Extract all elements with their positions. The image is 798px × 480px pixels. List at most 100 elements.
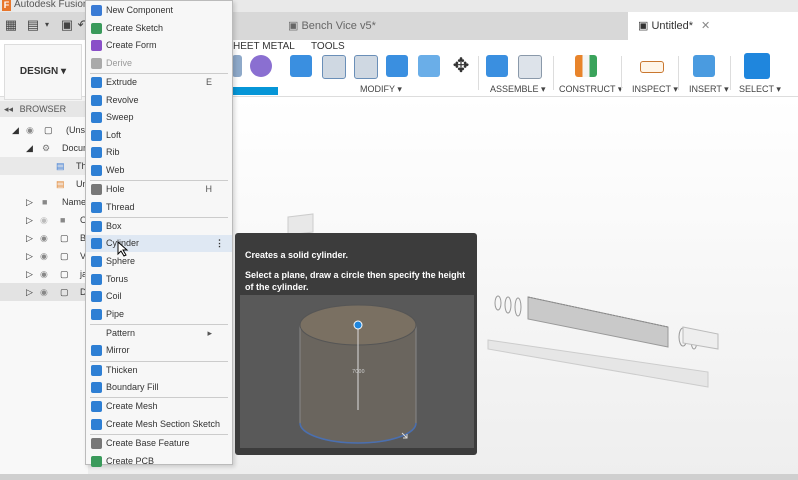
menu-item-extrude[interactable]: Extrude E: [86, 74, 232, 91]
menu-item-new-component[interactable]: New Component: [86, 2, 232, 19]
menu-item-create-mesh[interactable]: Create Mesh: [86, 398, 232, 415]
visibility-icon[interactable]: ◉: [26, 121, 34, 139]
menu-item-mirror[interactable]: Mirror: [86, 342, 232, 359]
expand-arrow-icon[interactable]: ▷: [26, 283, 33, 301]
menu-item-create-mesh-section-sketch[interactable]: Create Mesh Section Sketch: [86, 416, 232, 433]
menu-item-revolve[interactable]: Revolve: [86, 92, 232, 109]
expand-arrow-icon[interactable]: ▷: [26, 247, 33, 265]
file-caret-icon[interactable]: ▾: [40, 18, 54, 32]
browser-row[interactable]: ▷ ◉ ▢ B: [0, 229, 88, 247]
create-tool-icon[interactable]: [232, 55, 242, 77]
construct-group-label[interactable]: CONSTRUCT ▾: [559, 84, 622, 95]
menu-item-web[interactable]: Web: [86, 162, 232, 179]
browser-header[interactable]: ◂◂ BROWSER: [0, 101, 88, 117]
document-tabs: ▣ Bench Vice v5* ▣ Untitled* ✕: [232, 12, 798, 40]
body-icon: ▢: [60, 287, 69, 297]
browser-row[interactable]: ▷ ◉ ▢ V: [0, 247, 88, 265]
browser-row[interactable]: ◢ ⚙ Docum: [0, 139, 91, 157]
divider: [678, 56, 679, 90]
tab-bench-vice[interactable]: ▣ Bench Vice v5*: [288, 12, 446, 40]
expand-arrow-icon[interactable]: ▷: [26, 229, 33, 247]
menu-item-coil[interactable]: Coil: [86, 288, 232, 305]
expand-arrow-icon[interactable]: ▷: [26, 193, 33, 211]
tab-untitled[interactable]: ▣ Untitled* ✕: [628, 12, 798, 40]
hole-icon: [91, 184, 102, 195]
create-pcb-icon: [91, 455, 102, 467]
browser-row[interactable]: ▷ ◉ ■ O: [0, 211, 88, 229]
grid-menu-icon[interactable]: ▦: [4, 18, 18, 32]
tab-sheet-metal[interactable]: HEET METAL: [233, 41, 295, 52]
visibility-icon[interactable]: ◉: [40, 211, 48, 229]
browser-row[interactable]: ▷ ■ Named: [0, 193, 91, 211]
collapse-icon[interactable]: ◂◂: [4, 104, 13, 114]
expand-arrow-icon[interactable]: ◢: [12, 121, 19, 139]
menu-item-torus[interactable]: Torus: [86, 271, 232, 288]
modify-group-label[interactable]: MODIFY ▾: [360, 84, 402, 95]
chamfer-icon[interactable]: [354, 55, 378, 79]
loft-icon: [91, 129, 102, 141]
shell-icon[interactable]: [386, 55, 408, 77]
menu-item-hole[interactable]: Hole H: [86, 181, 232, 198]
expand-arrow-icon[interactable]: ▷: [26, 211, 33, 229]
menu-item-create-form[interactable]: Create Form: [86, 37, 232, 54]
measure-icon[interactable]: [640, 61, 664, 73]
browser-row[interactable]: ▤ Un: [0, 175, 88, 193]
close-tab-icon[interactable]: ✕: [701, 20, 710, 32]
visibility-icon[interactable]: ◉: [40, 229, 48, 247]
browser-row[interactable]: ▤ Th: [0, 157, 88, 175]
torus-icon: [91, 273, 102, 285]
sphere-icon: [91, 255, 102, 267]
offset-plane-icon[interactable]: [575, 55, 597, 77]
expand-arrow-icon[interactable]: ◢: [26, 139, 33, 157]
menu-item-loft[interactable]: Loft: [86, 127, 232, 144]
menu-item-label: Sweep: [106, 112, 134, 123]
menu-item-sphere[interactable]: Sphere: [86, 253, 232, 270]
press-pull-icon[interactable]: [290, 55, 312, 77]
visibility-icon[interactable]: ◉: [40, 247, 48, 265]
menu-item-boundary-fill[interactable]: Boundary Fill: [86, 379, 232, 396]
visibility-icon[interactable]: ◉: [40, 265, 48, 283]
workspace-label: DESIGN: [19, 66, 59, 77]
fillet-icon[interactable]: [322, 55, 346, 79]
menu-item-cylinder[interactable]: Cylinder ⋮: [86, 235, 232, 253]
menu-item-box[interactable]: Box: [86, 218, 232, 235]
app-logo-icon: F: [2, 0, 11, 11]
menu-item-derive[interactable]: Derive: [86, 55, 232, 72]
menu-item-label: Loft: [106, 129, 122, 140]
form-tool-icon[interactable]: [250, 55, 272, 77]
menu-item-create-pcb[interactable]: Create PCB: [86, 453, 232, 470]
insert-image-icon[interactable]: [693, 55, 715, 77]
visibility-icon[interactable]: ◉: [40, 283, 48, 301]
status-bar: [0, 474, 798, 480]
select-group-label[interactable]: SELECT ▾: [739, 84, 781, 95]
menu-item-create-base-feature[interactable]: Create Base Feature: [86, 435, 232, 452]
move-icon[interactable]: ✥: [450, 55, 472, 77]
expand-arrow-icon[interactable]: ▷: [26, 265, 33, 283]
gear-icon: ⚙: [42, 143, 51, 153]
folder-icon: ■: [60, 215, 66, 225]
menu-item-create-sketch[interactable]: Create Sketch: [86, 20, 232, 37]
assemble-group-label[interactable]: ASSEMBLE ▾: [490, 84, 546, 95]
file-icon[interactable]: ▤: [26, 18, 40, 32]
workspace-switcher[interactable]: DESIGN ▾: [4, 44, 82, 100]
menu-item-sweep[interactable]: Sweep: [86, 109, 232, 126]
insert-group-label[interactable]: INSERT ▾: [689, 84, 729, 95]
tab-tools[interactable]: TOOLS: [311, 41, 345, 52]
new-component-icon[interactable]: [486, 55, 508, 77]
menu-item-pipe[interactable]: Pipe: [86, 306, 232, 323]
select-icon[interactable]: [744, 53, 770, 79]
menu-item-rib[interactable]: Rib: [86, 144, 232, 161]
menu-item-label: New Component: [106, 5, 174, 15]
browser-row[interactable]: ◢ ◉ ▢ (Uns: [0, 121, 88, 139]
menu-item-thread[interactable]: Thread: [86, 199, 232, 216]
save-icon[interactable]: ▣: [60, 18, 74, 32]
browser-panel: ◢ ◉ ▢ (Uns ◢ ⚙ Docum ▤ Th ▤ Un ▷ ■ Named…: [0, 117, 91, 480]
more-options-icon[interactable]: ⋮: [215, 235, 224, 252]
inspect-group-label[interactable]: INSPECT ▾: [632, 84, 678, 95]
browser-row[interactable]: ▷ ◉ ▢ ja: [0, 265, 88, 283]
browser-row[interactable]: ▷ ◉ ▢ D: [0, 283, 88, 301]
joint-icon[interactable]: [518, 55, 542, 79]
menu-item-thicken[interactable]: Thicken: [86, 362, 232, 379]
menu-item-pattern[interactable]: Pattern ▸: [86, 325, 232, 342]
combine-icon[interactable]: [418, 55, 440, 77]
